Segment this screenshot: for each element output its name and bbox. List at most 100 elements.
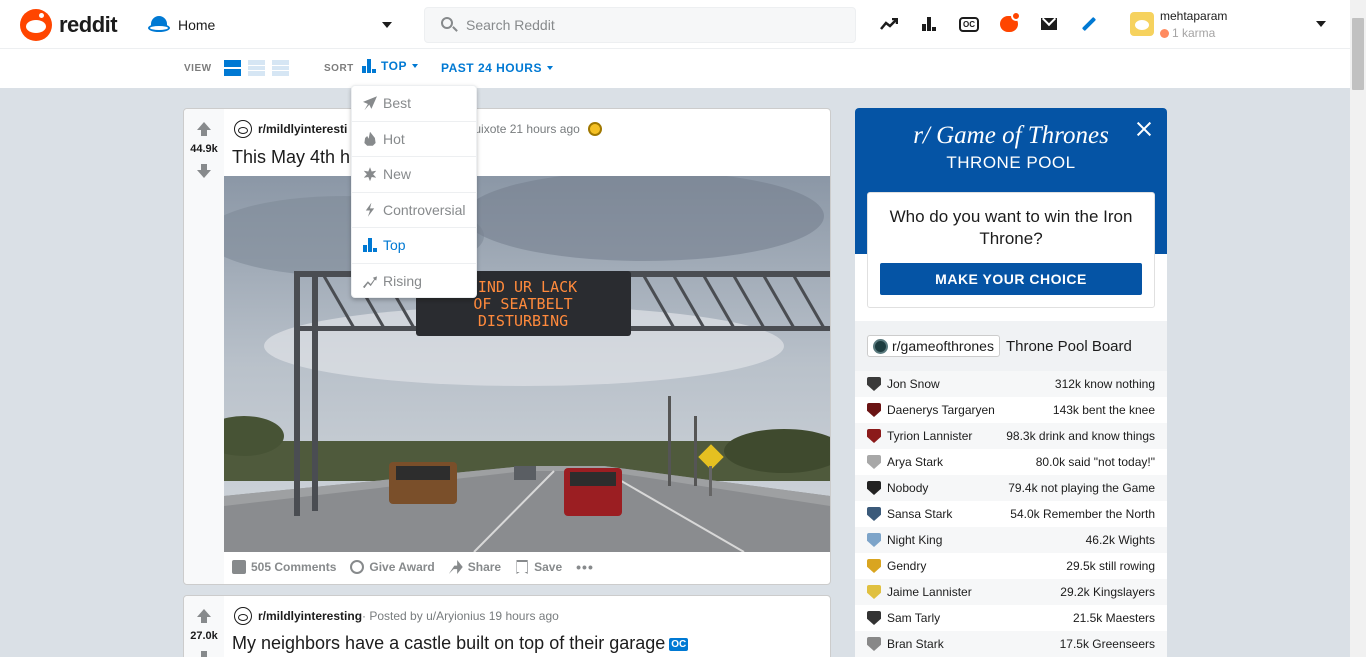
board-row: Tyrion Lannister 98.3k drink and know thi… [855, 423, 1167, 449]
mail-icon[interactable] [1038, 12, 1060, 36]
chat-icon[interactable] [998, 11, 1021, 36]
share-button[interactable]: Share [448, 560, 502, 574]
sort-option-top[interactable]: Top [352, 228, 476, 264]
contender-votes: 54.0k Remember the North [1010, 507, 1155, 521]
search-input[interactable] [466, 17, 826, 33]
top-header: reddit Home OC mehtaparam 1 karma [0, 0, 1350, 49]
karma-label: 1 karma [1172, 26, 1216, 40]
contender-name: Bran Stark [887, 637, 944, 651]
house-sigil-icon [867, 481, 881, 495]
post-card[interactable]: 44.9k r/mildlyinteresti uixote 21 hours … [183, 108, 831, 585]
create-post-icon[interactable] [1078, 12, 1100, 36]
sort-option-label: New [383, 166, 412, 183]
sort-dropdown[interactable]: TOP [362, 59, 418, 73]
scrollbar-thumb[interactable] [1352, 18, 1364, 90]
contender-votes: 17.5k Greenseers [1059, 637, 1155, 651]
downvote-icon[interactable] [197, 164, 211, 178]
sort-option-hot[interactable]: Hot [352, 122, 476, 157]
oc-icon[interactable]: OC [958, 12, 980, 36]
contender-name: Daenerys Targaryen [887, 403, 995, 417]
subreddit-link[interactable]: r/mildlyinteresti [258, 122, 347, 136]
search-bar[interactable] [424, 7, 856, 43]
contender-name: Tyrion Lannister [887, 429, 973, 443]
post-title-text: My neighbors have a castle built on top … [232, 633, 666, 653]
sort-menu: Best Hot New Controversial Top Rising [351, 85, 477, 298]
page-scrollbar[interactable] [1350, 0, 1366, 657]
board-title: Throne Pool Board [1005, 337, 1132, 355]
upvote-icon[interactable] [197, 609, 211, 623]
view-label: VIEW [184, 63, 212, 74]
flame-icon [364, 131, 376, 146]
user-menu[interactable]: mehtaparam 1 karma [1130, 8, 1330, 42]
notification-dot [1011, 11, 1021, 21]
post-image[interactable]: FIND UR LACK OF SEATBELT DISTURBING [224, 176, 830, 552]
subreddit-icon[interactable] [234, 120, 252, 138]
reddit-logo[interactable]: reddit [20, 9, 118, 41]
save-label: Save [534, 560, 563, 574]
contender-votes: 312k know nothing [1054, 377, 1155, 391]
close-icon[interactable] [1135, 120, 1153, 138]
board-header: r/gameofthrones Throne Pool Board [855, 321, 1167, 371]
throne-pool-widget: r/ Game of Thrones THRONE POOL Who do yo… [855, 108, 1167, 657]
search-icon [441, 17, 458, 33]
sort-bar: VIEW SORT TOP PAST 24 HOURS [0, 49, 1350, 88]
board-row: Jon Snow 312k know nothing [855, 371, 1167, 397]
contender-votes: 29.5k still rowing [1066, 559, 1155, 573]
sparkle-icon [363, 167, 377, 182]
comments-button[interactable]: 505 Comments [232, 560, 336, 574]
home-dropdown[interactable]: Home [148, 10, 398, 40]
contender-name: Sansa Stark [887, 507, 953, 521]
house-sigil-icon [867, 533, 881, 547]
chevron-down-icon [382, 22, 392, 28]
share-label: Share [467, 560, 502, 574]
contender-name: Arya Stark [887, 455, 944, 469]
sort-option-label: Best [383, 95, 412, 112]
board-row: Daenerys Targaryen 143k bent the knee [855, 397, 1167, 423]
board-row: Sam Tarly 21.5k Maesters [855, 605, 1167, 631]
subreddit-icon[interactable] [234, 607, 252, 625]
time-range-dropdown[interactable]: PAST 24 HOURS [441, 61, 553, 75]
card-view-icon[interactable] [224, 60, 241, 76]
sort-option-controversial[interactable]: Controversial [352, 193, 476, 228]
popular-icon[interactable] [878, 12, 900, 36]
house-sigil-icon [867, 559, 881, 573]
sort-option-label: Hot [383, 130, 405, 147]
contender-votes: 29.2k Kingslayers [1060, 585, 1155, 599]
sort-option-rising[interactable]: Rising [352, 264, 476, 300]
house-sigil-icon [867, 377, 881, 391]
downvote-icon[interactable] [197, 651, 211, 657]
more-options-button[interactable]: ••• [576, 559, 594, 575]
pool-board: r/gameofthrones Throne Pool Board Jon Sn… [855, 321, 1167, 657]
all-icon[interactable] [918, 12, 940, 36]
contender-name: Gendry [887, 559, 927, 573]
award-icon [587, 122, 602, 136]
contender-name: Jaime Lannister [887, 585, 972, 599]
sort-option-label: Controversial [383, 201, 466, 218]
post-meta: r/mildlyinteresting · Posted by u/Aryion… [234, 607, 559, 625]
vote-column: 27.0k [184, 596, 224, 657]
subreddit-link[interactable]: r/mildlyinteresting [258, 609, 362, 623]
post-score: 44.9k [190, 143, 218, 155]
upvote-icon[interactable] [197, 122, 211, 136]
make-your-choice-button[interactable]: MAKE YOUR CHOICE [880, 263, 1142, 295]
house-sigil-icon [867, 429, 881, 443]
vote-column: 44.9k [184, 109, 224, 584]
board-row: Bran Stark 17.5k Greenseers [855, 631, 1167, 657]
sign-line-3: DISTURBING [478, 312, 568, 330]
highway-photo: FIND UR LACK OF SEATBELT DISTURBING [224, 176, 830, 552]
sort-option-new[interactable]: New [352, 157, 476, 193]
board-row: Night King 46.2k Wights [855, 527, 1167, 553]
give-award-button[interactable]: Give Award [350, 560, 435, 574]
subreddit-icon [873, 338, 888, 354]
contender-votes: 46.2k Wights [1085, 533, 1155, 547]
post-title[interactable]: My neighbors have a castle built on top … [232, 633, 689, 654]
sort-option-best[interactable]: Best [352, 86, 476, 122]
compact-view-icon[interactable] [272, 60, 289, 76]
house-sigil-icon [867, 611, 881, 625]
house-sigil-icon [867, 637, 881, 651]
classic-view-icon[interactable] [248, 60, 265, 76]
save-button[interactable]: Save [515, 560, 562, 574]
post-card[interactable]: 27.0k r/mildlyinteresting · Posted by u/… [183, 595, 831, 657]
post-title[interactable]: This May 4th h [232, 147, 350, 168]
subreddit-chip[interactable]: r/gameofthrones [867, 335, 1000, 357]
